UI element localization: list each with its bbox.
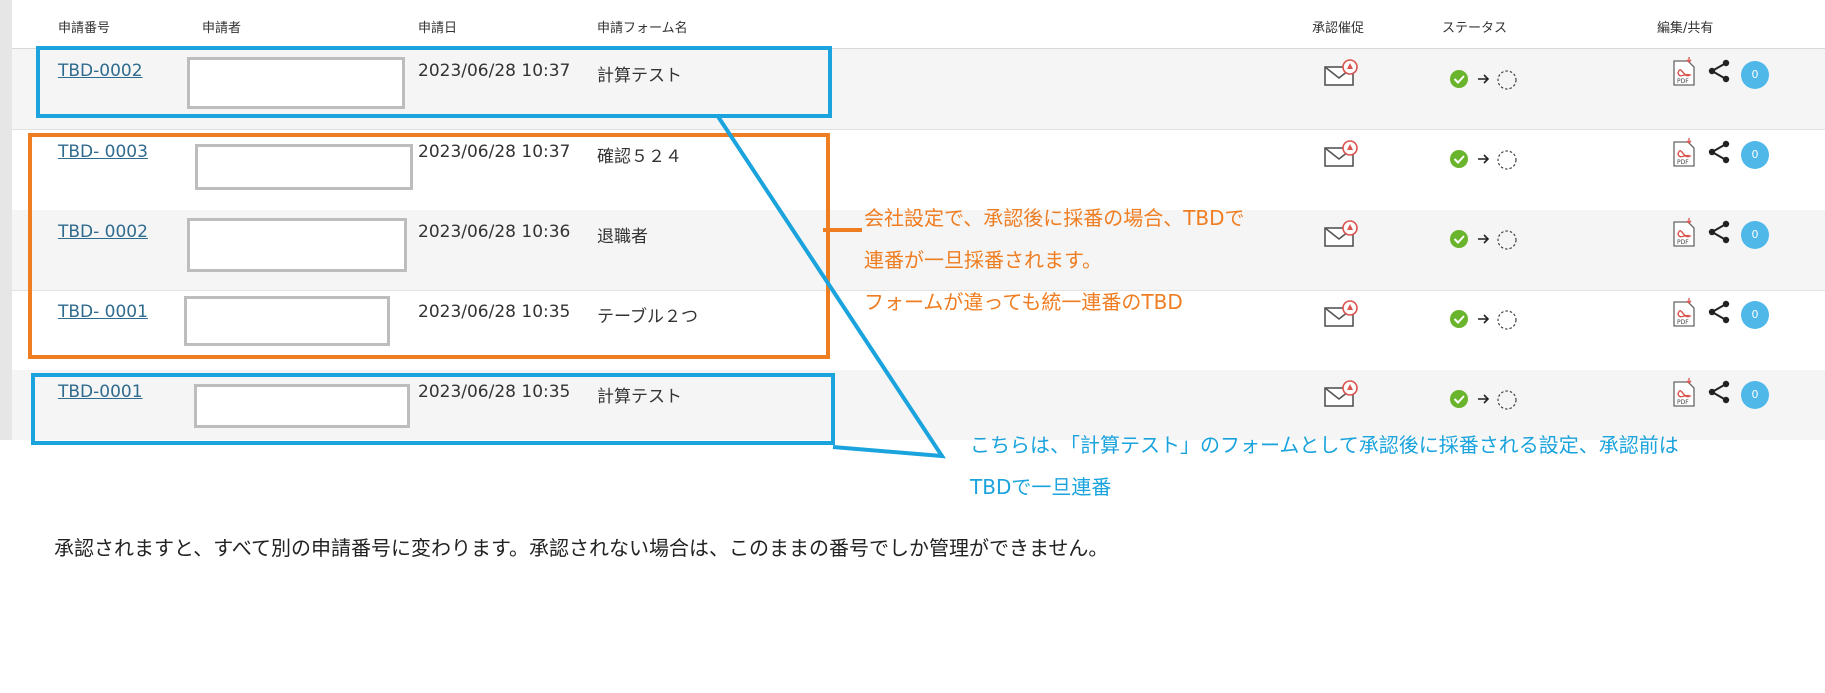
blue-note-line-1: こちらは、「計算テスト」のフォームとして承認後に採番される設定、承認前は <box>970 433 1679 457</box>
orange-note-line-1: 会社設定で、承認後に採番の場合、TBDで <box>864 206 1245 230</box>
bottom-explanation: 承認されますと、すべて別の申請番号に変わります。承認されない場合は、このままの番… <box>54 536 1109 560</box>
orange-annotation-note: 会社設定で、承認後に採番の場合、TBDで 連番が一旦採番されます。 フォームが違… <box>864 197 1245 323</box>
blue-note-line-2: TBDで一旦連番 <box>970 475 1112 499</box>
orange-note-line-3: フォームが違っても統一連番のTBD <box>864 290 1183 314</box>
orange-note-line-2: 連番が一旦採番されます。 <box>864 248 1102 272</box>
annotation-connectors <box>715 113 946 459</box>
blue-annotation-note: こちらは、「計算テスト」のフォームとして承認後に採番される設定、承認前は TBD… <box>970 424 1679 508</box>
